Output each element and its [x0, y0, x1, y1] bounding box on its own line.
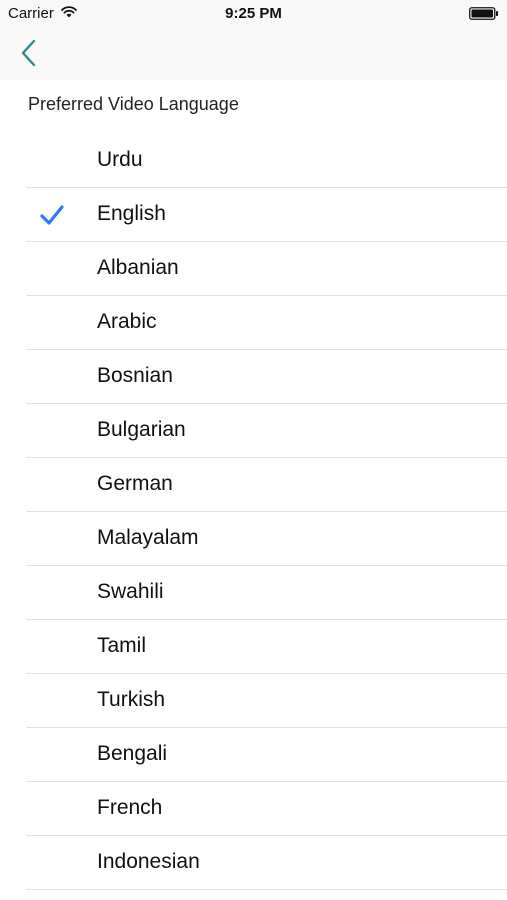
language-option-french[interactable]: French [26, 782, 507, 836]
language-label: Arabic [97, 310, 157, 333]
language-option-indonesian[interactable]: Indonesian [26, 836, 507, 890]
language-label: Malayalam [97, 526, 199, 549]
language-option-german[interactable]: German [26, 458, 507, 512]
language-label: Bengali [97, 742, 168, 765]
language-option-tamil[interactable]: Tamil [26, 620, 507, 674]
language-option-bulgarian[interactable]: Bulgarian [26, 404, 507, 458]
language-label: Indonesian [97, 850, 200, 873]
language-label: Urdu [97, 148, 143, 171]
language-option-albanian[interactable]: Albanian [26, 242, 507, 296]
checkmark-icon [40, 205, 64, 225]
section-title: Preferred Video Language [28, 94, 239, 114]
language-label: French [97, 796, 163, 819]
language-option-malayalam[interactable]: Malayalam [26, 512, 507, 566]
language-label: Swahili [97, 580, 164, 603]
chevron-left-icon [21, 39, 36, 67]
language-option-swahili[interactable]: Swahili [26, 566, 507, 620]
battery-icon [469, 7, 498, 20]
back-button[interactable] [12, 36, 46, 72]
language-option-bengali[interactable]: Bengali [26, 728, 507, 782]
language-label: Turkish [97, 688, 166, 711]
language-label: Albanian [97, 256, 179, 279]
language-label: Tamil [97, 634, 147, 657]
navigation-bar [0, 28, 507, 80]
clock: 9:25 PM [225, 5, 282, 22]
language-option-urdu[interactable]: Urdu [26, 134, 507, 188]
language-option-english[interactable]: English [26, 188, 507, 242]
language-option-bosnian[interactable]: Bosnian [26, 350, 507, 404]
language-option-arabic[interactable]: Arabic [26, 296, 507, 350]
language-label: German [97, 472, 173, 495]
language-label: Bulgarian [97, 418, 186, 441]
language-option-turkish[interactable]: Turkish [26, 674, 507, 728]
status-bar: Carrier 9:25 PM [0, 0, 507, 28]
language-label: English [97, 202, 166, 225]
language-list: Urdu English Albanian Arabic Bosnian Bulgaria… [0, 134, 507, 890]
language-label: Bosnian [97, 364, 173, 387]
